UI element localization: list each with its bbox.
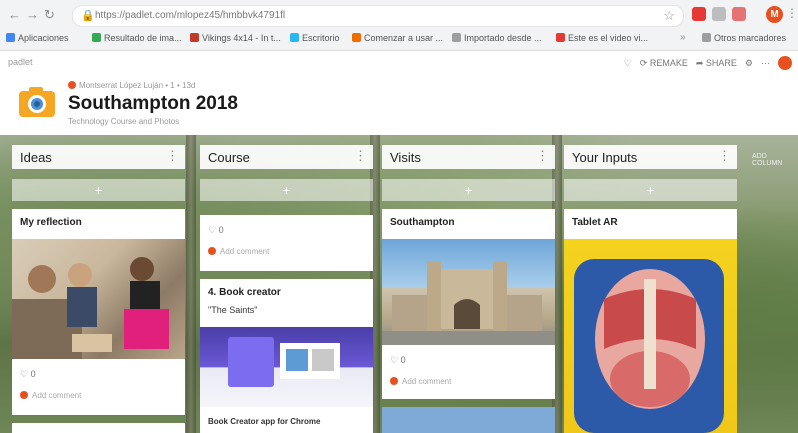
add-comment[interactable]: Add comment — [20, 391, 81, 400]
bookmarks-overflow-icon[interactable]: » — [680, 32, 686, 43]
book-creator-screenshot-icon — [228, 337, 340, 387]
post-title: Tablet AR — [572, 217, 618, 228]
column-header: Ideas ⋮ — [12, 145, 185, 169]
column-menu-icon[interactable]: ⋮ — [166, 148, 179, 164]
author-line: Montserrat López Luján • 1 • 13d — [68, 81, 195, 90]
user-avatar[interactable] — [778, 56, 792, 70]
site-icon — [290, 33, 299, 42]
url-text: https://padlet.com/mlopez45/hmbbvk4791fl — [95, 10, 286, 21]
add-post-button[interactable]: + — [382, 179, 555, 201]
post-card[interactable]: My reflection ♡ 0 Add comment — [12, 209, 185, 415]
extension-icon[interactable] — [732, 7, 746, 21]
bookmark-item[interactable]: Resultado de ima... — [92, 33, 182, 43]
post-card[interactable]: Tablet AR — [564, 209, 737, 433]
post-card[interactable]: ♡ 0 Add comment — [200, 215, 373, 271]
apps-icon — [6, 33, 15, 42]
heart-icon[interactable]: ♡ — [624, 58, 632, 69]
bookmarks-bar: Aplicaciones Resultado de ima... Vikings… — [0, 30, 798, 51]
share-button[interactable]: ➦ SHARE — [696, 58, 737, 69]
forward-icon[interactable]: → — [26, 7, 39, 22]
column-menu-icon[interactable]: ⋮ — [354, 148, 367, 164]
commenter-avatar — [390, 377, 398, 385]
add-post-button[interactable]: + — [564, 179, 737, 201]
post-card[interactable]: 4. Book creator "The Saints" Book Creato… — [200, 279, 373, 433]
bookmark-item[interactable]: Aplicaciones — [6, 33, 69, 43]
profile-avatar[interactable]: M — [766, 6, 783, 23]
column-menu-icon[interactable]: ⋮ — [718, 148, 731, 164]
column-title: Ideas — [20, 150, 52, 165]
lock-icon: 🔒 — [81, 10, 95, 22]
column-menu-icon[interactable]: ⋮ — [536, 148, 549, 164]
bookmark-item[interactable]: Escritorio — [290, 33, 340, 43]
column-your-inputs: Your Inputs ⋮ + Tablet AR — [564, 135, 737, 433]
column-title: Your Inputs — [572, 150, 638, 165]
browser-menu-icon[interactable]: ⋮ — [786, 6, 798, 20]
anatomy-ar-photo-icon — [574, 259, 724, 433]
padlet-logo[interactable]: padlet — [8, 57, 33, 67]
folder-icon — [702, 33, 711, 42]
post-card[interactable] — [382, 407, 555, 433]
more-icon[interactable]: ··· — [761, 58, 770, 68]
post-photo[interactable] — [12, 239, 185, 359]
post-title: My reflection — [20, 217, 82, 228]
column-header: Course ⋮ — [200, 145, 373, 169]
bookmark-item[interactable]: Vikings 4x14 - In t... — [190, 33, 281, 43]
extension-icon[interactable] — [712, 7, 726, 21]
padlet-header: padlet ♡ ⟳ REMAKE ➦ SHARE ⚙ ··· Montserr… — [0, 51, 798, 135]
folder-icon — [452, 33, 461, 42]
bookmark-item[interactable]: Este es el video vi... — [556, 33, 648, 43]
header-actions: ♡ ⟳ REMAKE ➦ SHARE ⚙ ··· — [624, 56, 792, 70]
like-count[interactable]: ♡ 0 — [20, 369, 36, 380]
column-title: Course — [208, 150, 250, 165]
add-post-button[interactable]: + — [200, 179, 373, 201]
commenter-avatar — [208, 247, 216, 255]
remake-button[interactable]: ⟳ REMAKE — [640, 58, 688, 69]
column-header: Your Inputs ⋮ — [564, 145, 737, 169]
column-header: Visits ⋮ — [382, 145, 555, 169]
post-photo[interactable] — [564, 239, 737, 433]
bookmark-item[interactable]: Importado desde ... — [452, 33, 542, 43]
camera-icon — [19, 87, 55, 117]
extension-icon[interactable] — [692, 7, 706, 21]
post-photo[interactable] — [382, 239, 555, 345]
other-bookmarks[interactable]: Otros marcadores — [702, 33, 786, 43]
bookmark-star-icon[interactable]: ☆ — [663, 8, 675, 24]
column-title: Visits — [390, 150, 421, 165]
site-icon — [556, 33, 565, 42]
google-icon — [92, 33, 101, 42]
post-caption: Book Creator app for Chrome — [208, 417, 321, 426]
padlet-board: Ideas ⋮ + My reflection ♡ 0 Add comment — [0, 135, 798, 433]
post-title: 4. Book creator — [208, 287, 281, 298]
column-visits: Visits ⋮ + Southampton ♡ 0 Add comment — [382, 135, 555, 433]
add-post-button[interactable]: + — [12, 179, 185, 201]
add-comment[interactable]: Add comment — [390, 377, 451, 386]
author-avatar — [68, 81, 76, 89]
address-bar[interactable]: 🔒 https://padlet.com/mlopez45/hmbbvk4791… — [72, 5, 684, 27]
post-title: Southampton — [390, 217, 455, 228]
commenter-avatar — [20, 391, 28, 399]
bookmark-item[interactable]: Comenzar a usar ... — [352, 33, 443, 43]
site-icon — [352, 33, 361, 42]
add-comment[interactable]: Add comment — [208, 247, 269, 256]
site-icon — [190, 33, 199, 42]
post-screenshot[interactable] — [200, 327, 373, 407]
like-count[interactable]: ♡ 0 — [208, 225, 224, 236]
page-title: Southampton 2018 — [68, 93, 238, 114]
back-icon[interactable]: ← — [8, 7, 21, 22]
column-ideas: Ideas ⋮ + My reflection ♡ 0 Add comment — [12, 135, 185, 433]
post-body: "The Saints" — [208, 305, 258, 315]
castle-photo-icon — [382, 261, 555, 345]
column-course: Course ⋮ + ♡ 0 Add comment 4. Book creat… — [200, 135, 373, 433]
like-count[interactable]: ♡ 0 — [390, 355, 406, 366]
page-subtitle: Technology Course and Photos — [68, 117, 180, 126]
gear-icon[interactable]: ⚙ — [745, 58, 753, 69]
background-tree — [186, 135, 196, 433]
post-card[interactable]: Southampton ♡ 0 Add comment — [382, 209, 555, 399]
post-card[interactable] — [12, 423, 185, 433]
meeting-photo-icon — [12, 257, 169, 359]
reload-icon[interactable]: ↻ — [44, 7, 55, 23]
add-column-button[interactable]: ADD COLUMN — [752, 153, 798, 167]
browser-toolbar: ← → ↻ 🔒 https://padlet.com/mlopez45/hmbb… — [0, 0, 798, 30]
